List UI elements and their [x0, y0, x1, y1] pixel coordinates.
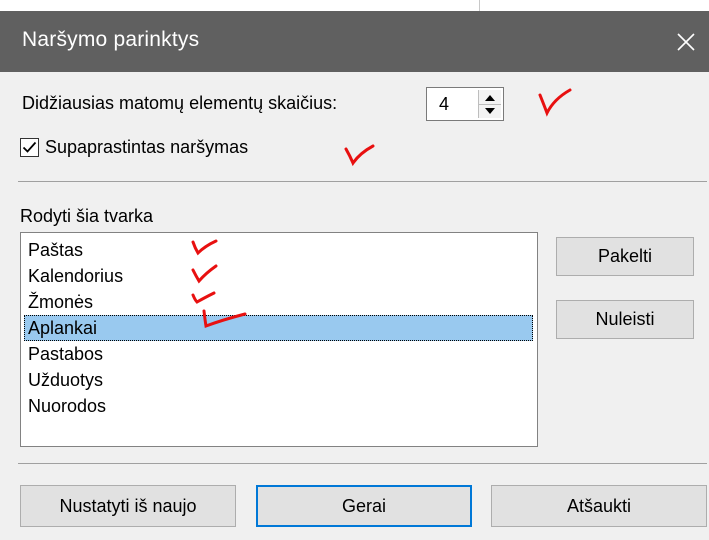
dialog-titlebar[interactable]: Naršymo parinktys — [0, 11, 709, 72]
checkmark-annotation-icon — [344, 144, 375, 167]
checkmark-annotation-icon — [191, 291, 216, 304]
dialog-title: Naršymo parinktys — [22, 28, 200, 51]
list-item[interactable]: Žmonės — [24, 289, 533, 315]
checkmark-annotation-icon — [538, 88, 572, 117]
background-window-strip — [0, 0, 709, 11]
spinner-buttons[interactable] — [478, 90, 501, 118]
list-item[interactable]: Kalendorius — [24, 263, 533, 289]
checkmark-annotation-icon — [191, 264, 218, 284]
simplified-navigation-checkbox[interactable] — [20, 138, 39, 157]
list-item[interactable]: Pastabos — [24, 341, 533, 367]
max-items-spinner[interactable]: 4 — [426, 87, 504, 121]
divider-bottom — [18, 463, 707, 464]
cancel-button[interactable]: Atšaukti — [491, 485, 707, 527]
divider-top — [18, 181, 707, 182]
move-up-button[interactable]: Pakelti — [556, 237, 694, 276]
list-item[interactable]: Užduotys — [24, 367, 533, 393]
list-item-selected[interactable]: Aplankai — [24, 315, 533, 341]
checkmark-annotation-icon — [191, 239, 218, 256]
close-icon[interactable] — [663, 11, 709, 72]
spinner-down-icon[interactable] — [479, 104, 501, 118]
spinner-up-icon[interactable] — [479, 90, 501, 105]
ok-button[interactable]: Gerai — [256, 485, 472, 527]
reset-button[interactable]: Nustatyti iš naujo — [20, 485, 236, 527]
order-label: Rodyti šia tvarka — [20, 206, 154, 226]
checkmark-annotation-icon — [202, 309, 247, 329]
list-item[interactable]: Nuorodos — [24, 393, 533, 419]
max-items-value[interactable]: 4 — [439, 94, 449, 115]
list-item[interactable]: Paštas — [24, 237, 533, 263]
simplified-navigation-label[interactable]: Supaprastintas naršymas — [45, 137, 248, 158]
background-divider — [479, 0, 480, 11]
folder-order-list[interactable]: Paštas Kalendorius Žmonės Aplankai Pasta… — [20, 232, 538, 447]
move-down-button[interactable]: Nuleisti — [556, 300, 694, 339]
max-items-label: Didžiausias matomų elementų skaičius: — [22, 93, 338, 113]
